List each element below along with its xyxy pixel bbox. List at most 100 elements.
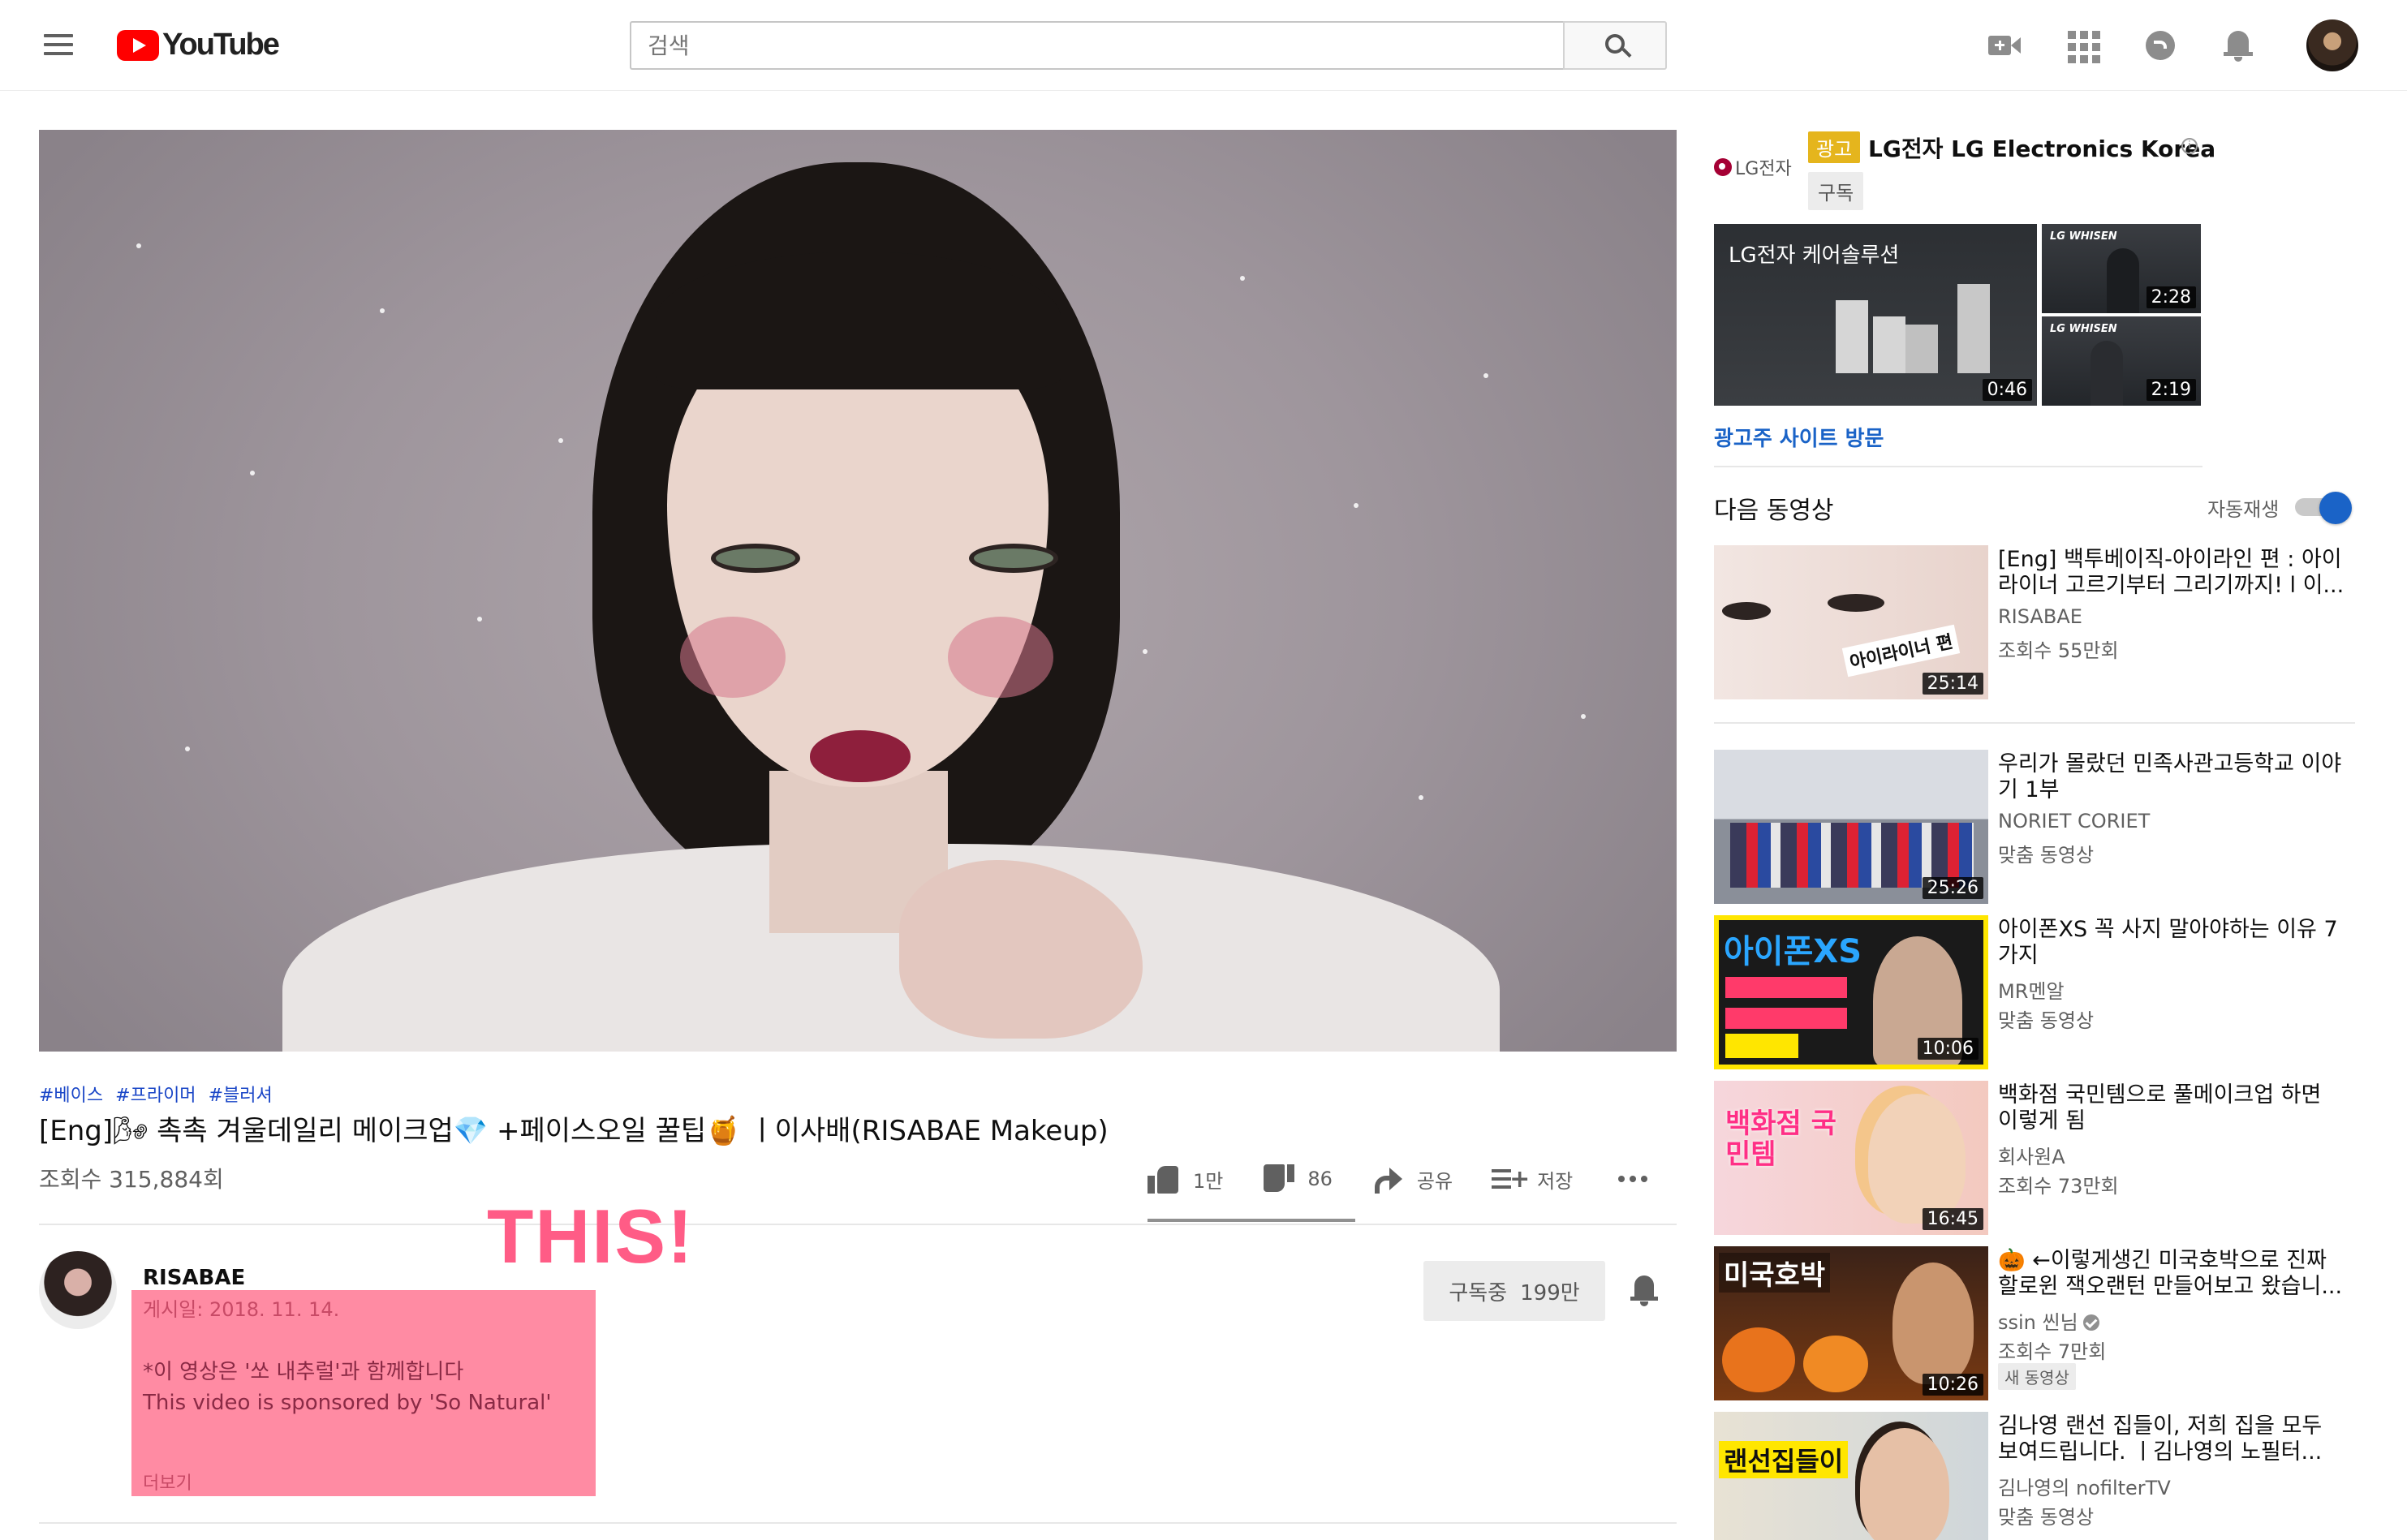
ad-main-video-thumbnail[interactable]: LG전자 케어솔루션 0:46 xyxy=(1714,224,2037,406)
annotation-this-label: THIS! xyxy=(487,1194,695,1279)
thumbs-up-icon xyxy=(1148,1164,1180,1194)
hashtag-link[interactable]: #블러셔 xyxy=(209,1086,273,1106)
video-duration: 25:14 xyxy=(1922,673,1983,695)
youtube-logo[interactable]: YouTube xyxy=(117,28,280,62)
thumb-caption: 랜선집들이 xyxy=(1719,1441,1849,1478)
messages-icon[interactable] xyxy=(2141,26,2180,65)
share-label: 공유 xyxy=(1416,1169,1453,1193)
video-actions: 1만 86 공유 저장 xyxy=(1148,1159,1648,1199)
create-video-icon[interactable] xyxy=(1985,26,2024,65)
masthead: YouTube xyxy=(0,0,2407,91)
search-button[interactable] xyxy=(1563,21,1667,70)
show-more-link[interactable]: 더보기 xyxy=(143,1469,192,1495)
ad-thumb-brand: LG WHISEN xyxy=(2050,323,2117,335)
youtube-play-icon xyxy=(117,29,159,61)
video-frame-eye xyxy=(969,544,1058,573)
up-next-heading: 다음 동영상 xyxy=(1714,497,1834,525)
lg-logo-icon xyxy=(1714,158,1732,176)
description-line: *이 영상은 '쏘 내추럴'과 함께합니다 xyxy=(143,1360,464,1384)
channel-name: ssin 씬님 xyxy=(1998,1306,2099,1335)
view-count: 조회수 315,884회 xyxy=(39,1166,224,1193)
ad-video-thumbnail[interactable]: LG WHISEN 2:19 xyxy=(2042,316,2201,406)
autoplay-label: 자동재생 xyxy=(2207,498,2280,521)
thumb-caption: 아이폰XS xyxy=(1724,933,1862,970)
menu-icon[interactable] xyxy=(39,29,78,62)
video-meta: 조회수 55만회 xyxy=(1998,639,2119,662)
channel-notification-bell-icon[interactable] xyxy=(1628,1274,1660,1308)
hashtag-link[interactable]: #베이스 xyxy=(39,1086,103,1106)
video-title: [Eng] 백투베이직-아이라인 편 : 아이라이너 고르기부터 그리기까지! … xyxy=(1998,547,2345,598)
like-dislike-bar xyxy=(1148,1219,1355,1222)
channel-name[interactable]: RISABAE xyxy=(143,1266,245,1290)
video-duration: 25:26 xyxy=(1922,877,1983,899)
video-frame-eye xyxy=(711,544,800,573)
recommended-video[interactable]: 미국호박 10:26 🎃 ←이렇게생긴 미국호박으로 진짜 할로윈 잭오랜턴 만… xyxy=(1714,1246,2355,1400)
visit-advertiser-link[interactable]: 광고주 사이트 방문 xyxy=(1714,422,1884,452)
hashtag-link[interactable]: #프라이머 xyxy=(115,1086,196,1106)
divider xyxy=(39,1522,1677,1524)
notifications-bell-icon[interactable] xyxy=(2219,26,2258,65)
video-meta: 조회수 73만회 xyxy=(1998,1175,2119,1198)
search-icon xyxy=(1605,34,1625,54)
channel-name: RISABAE xyxy=(1998,605,2082,628)
video-duration: 0:46 xyxy=(1982,379,2032,401)
video-title: 아이폰XS 꼭 사지 말아야하는 이유 7가지 xyxy=(1998,917,2338,968)
video-title: 김나영 랜선 집들이, 저희 집을 모두 보여드립니다. ㅣ김나영의 노필터..… xyxy=(1998,1413,2323,1465)
divider xyxy=(1714,722,2355,724)
advertiser-logo-text: LG전자 xyxy=(1735,159,1792,179)
more-actions-icon[interactable] xyxy=(1618,1176,1648,1182)
recommended-video[interactable]: 25:26 우리가 몰랐던 민족사관고등학교 이야기 1부 NORIET COR… xyxy=(1714,750,2355,904)
video-duration: 10:06 xyxy=(1917,1038,1979,1060)
video-meta: 맞춤 동영상 xyxy=(1998,1009,2095,1032)
apps-grid-icon[interactable] xyxy=(2063,26,2102,65)
user-avatar[interactable] xyxy=(2306,19,2358,71)
video-thumbnail: 랜선집들이 xyxy=(1714,1412,1988,1540)
search-input[interactable] xyxy=(630,21,1565,70)
advertiser-logo[interactable]: LG전자 xyxy=(1714,154,1792,180)
video-frame-cheek xyxy=(680,617,786,698)
recommended-video[interactable]: 백화점 국민템 16:45 백화점 국민템으로 풀메이크업 하면 이렇게 됨 회… xyxy=(1714,1081,2355,1235)
thumbs-down-icon xyxy=(1262,1164,1294,1194)
subscribed-button[interactable]: 구독중 199만 xyxy=(1423,1261,1605,1321)
share-button[interactable]: 공유 xyxy=(1371,1164,1453,1194)
channel-name: NORIET CORIET xyxy=(1998,810,2151,832)
description-line: This video is sponsored by 'So Natural' xyxy=(143,1391,552,1415)
save-button[interactable]: 저장 xyxy=(1492,1164,1573,1194)
video-thumbnail: 아이라이너 편 25:14 xyxy=(1714,545,1988,699)
video-frame-bangs xyxy=(656,252,1061,389)
dislike-button[interactable]: 86 xyxy=(1262,1164,1333,1194)
ad-thumb-brand: LG WHISEN xyxy=(2050,230,2117,243)
ad-video-thumbnail[interactable]: LG WHISEN 2:28 xyxy=(2042,224,2201,313)
channel-name: MR멘알 xyxy=(1998,980,2065,1003)
video-title: 🎃 ←이렇게생긴 미국호박으로 진짜 할로윈 잭오랜턴 만들어보고 왔습니... xyxy=(1998,1248,2343,1299)
subscribed-label: 구독중 xyxy=(1449,1280,1508,1306)
logo-text: YouTube xyxy=(162,28,280,62)
video-duration: 10:26 xyxy=(1922,1374,1983,1396)
video-thumbnail: 아이폰XS 10:06 xyxy=(1714,915,1988,1069)
channel-avatar[interactable] xyxy=(39,1251,117,1329)
recommended-video[interactable]: 아이라이너 편 25:14 [Eng] 백투베이직-아이라인 편 : 아이라이너… xyxy=(1714,545,2355,699)
like-button[interactable]: 1만 xyxy=(1148,1164,1223,1194)
recommended-video[interactable]: 아이폰XS 10:06 아이폰XS 꼭 사지 말아야하는 이유 7가지 MR멘알… xyxy=(1714,915,2355,1069)
divider xyxy=(39,1224,1677,1225)
video-frame-cheek xyxy=(948,617,1053,698)
like-count: 1만 xyxy=(1193,1169,1224,1193)
video-meta: 조회수 7만회 xyxy=(1998,1340,2107,1363)
video-duration: 2:19 xyxy=(2146,379,2196,401)
advertiser-name[interactable]: LG전자 LG Electronics Korea xyxy=(1868,131,2215,164)
video-player[interactable] xyxy=(39,130,1677,1052)
video-title: 우리가 몰랐던 민족사관고등학교 이야기 1부 xyxy=(1998,751,2342,802)
ad-subscribe-button[interactable]: 구독 xyxy=(1808,172,1864,210)
ad-badge: 광고 xyxy=(1808,131,1861,163)
video-thumbnail: 백화점 국민템 16:45 xyxy=(1714,1081,1988,1235)
recommended-video[interactable]: 랜선집들이 김나영 랜선 집들이, 저희 집을 모두 보여드립니다. ㅣ김나영의… xyxy=(1714,1412,2355,1540)
info-icon[interactable]: i xyxy=(2181,138,2198,154)
verified-check-icon xyxy=(2082,1314,2099,1331)
thumb-caption: 미국호박 xyxy=(1719,1253,1831,1293)
publish-date: 게시일: 2018. 11. 14. xyxy=(143,1298,340,1321)
video-duration: 2:28 xyxy=(2146,286,2196,308)
autoplay-toggle[interactable] xyxy=(2295,492,2352,524)
video-thumbnail: 미국호박 10:26 xyxy=(1714,1246,1988,1400)
video-meta: 맞춤 동영상 xyxy=(1998,1506,2095,1529)
hashtags: #베이스 #프라이머 #블러셔 xyxy=(39,1081,279,1107)
